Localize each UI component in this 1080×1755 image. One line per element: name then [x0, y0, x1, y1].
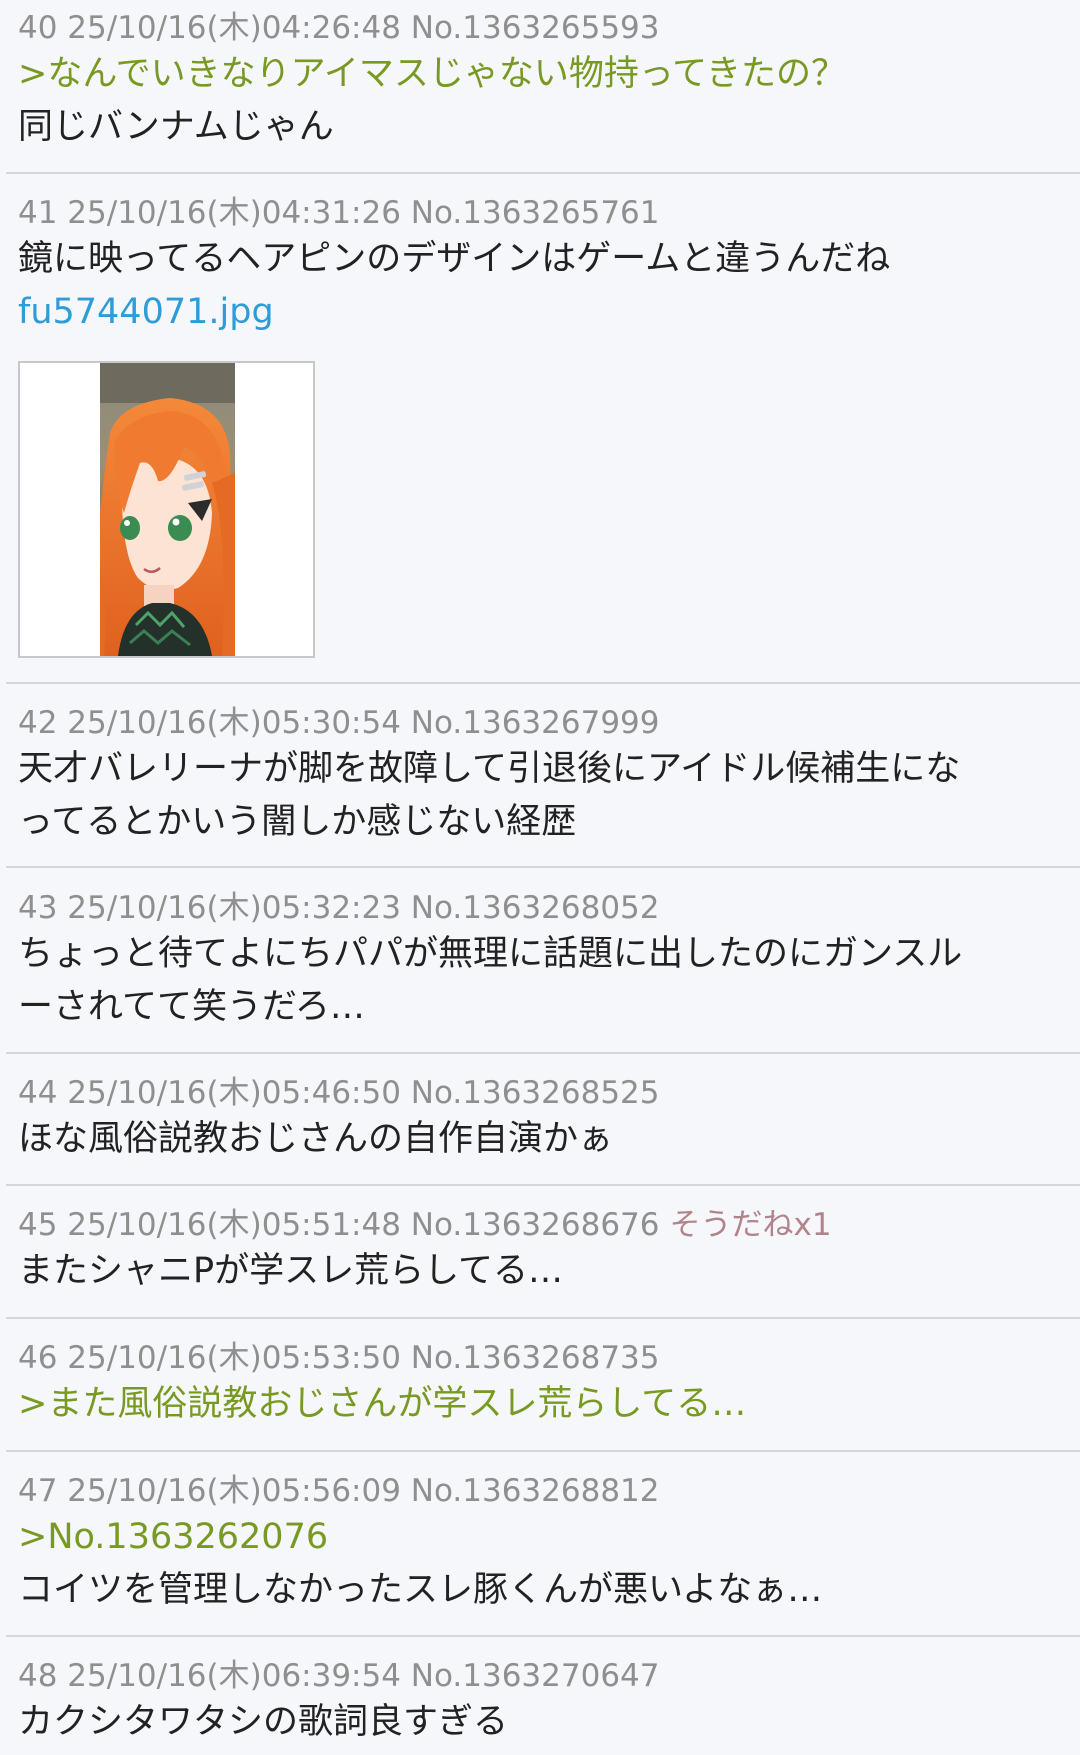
post-header: 46 25/10/16(木)05:53:50 No.1363268735	[18, 1340, 660, 1376]
post-body-line: コイツを管理しなかったスレ豚くんが悪いよなぁ…	[18, 1570, 823, 1610]
sodane-button[interactable]: そうだねx1	[670, 1207, 832, 1243]
quote-line: >なんでいきなりアイマスじゃない物持ってきたの？	[18, 54, 847, 94]
post-44: 44 25/10/16(木)05:46:50 No.1363268525 ほな風…	[6, 1073, 1080, 1166]
image-thumbnail[interactable]	[18, 361, 315, 658]
post-41: 41 25/10/16(木)04:31:26 No.1363265761 鏡に映…	[6, 193, 1080, 339]
post-43: 43 25/10/16(木)05:32:23 No.1363268052 ちょっ…	[6, 888, 1080, 1034]
post-header: 43 25/10/16(木)05:32:23 No.1363268052	[18, 890, 660, 926]
post-body-line: 天才バレリーナが脚を故障して引退後にアイドル候補生にな	[18, 749, 961, 789]
post-47: 47 25/10/16(木)05:56:09 No.1363268812 >No…	[6, 1471, 1080, 1617]
post-divider	[6, 1317, 1080, 1319]
post-divider	[6, 1052, 1080, 1054]
post-header-text: 45 25/10/16(木)05:51:48 No.1363268676	[18, 1207, 660, 1243]
character-portrait-image	[100, 363, 235, 656]
post-header: 48 25/10/16(木)06:39:54 No.1363270647	[18, 1658, 660, 1694]
post-header: 42 25/10/16(木)05:30:54 No.1363267999	[18, 705, 660, 741]
post-body-line: ーされてて笑うだろ…	[18, 987, 365, 1027]
post-48: 48 25/10/16(木)06:39:54 No.1363270647 カクシ…	[6, 1656, 1080, 1749]
post-header: 47 25/10/16(木)05:56:09 No.1363268812	[18, 1473, 660, 1509]
post-body-line: またシャニPが学スレ荒らしてる…	[18, 1251, 564, 1291]
post-header: 41 25/10/16(木)04:31:26 No.1363265761	[18, 195, 660, 231]
post-divider	[6, 682, 1080, 684]
quote-line: >また風俗説教おじさんが学スレ荒らしてる…	[18, 1384, 747, 1424]
post-body-line: ちょっと待てよにちパパが無理に話題に出したのにガンスル	[18, 934, 963, 974]
post-body-line: 鏡に映ってるヘアピンのデザインはゲームと違うんだね	[18, 239, 891, 279]
post-body-line: ってるとかいう闇しか感じない経歴	[18, 802, 577, 842]
post-header: 44 25/10/16(木)05:46:50 No.1363268525	[18, 1075, 660, 1111]
post-body-line: 同じバンナムじゃん	[18, 107, 334, 147]
post-divider	[6, 172, 1080, 174]
post-divider	[6, 1184, 1080, 1186]
post-header: 40 25/10/16(木)04:26:48 No.1363265593	[18, 10, 660, 46]
post-45: 45 25/10/16(木)05:51:48 No.1363268676 そうだね…	[6, 1205, 1080, 1298]
post-divider	[6, 866, 1080, 868]
post-46: 46 25/10/16(木)05:53:50 No.1363268735 >また…	[6, 1338, 1080, 1431]
post-header: 45 25/10/16(木)05:51:48 No.1363268676 そうだね…	[18, 1205, 1080, 1245]
post-divider	[6, 1635, 1080, 1637]
file-link[interactable]: fu5744071.jpg	[18, 286, 1080, 339]
post-divider	[6, 1450, 1080, 1452]
post-body-line: カクシタワタシの歌詞良すぎる	[18, 1702, 509, 1742]
post-body-line: ほな風俗説教おじさんの自作自演かぁ	[18, 1119, 614, 1159]
quote-line[interactable]: >No.1363262076	[18, 1511, 1080, 1564]
post-42: 42 25/10/16(木)05:30:54 No.1363267999 天才バ…	[6, 703, 1080, 849]
post-40: 40 25/10/16(木)04:26:48 No.1363265593 >なん…	[6, 8, 1080, 154]
